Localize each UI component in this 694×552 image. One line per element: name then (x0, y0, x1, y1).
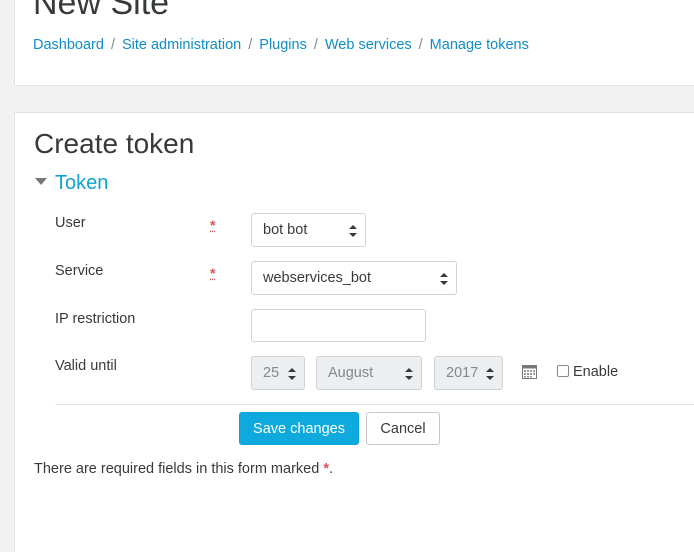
service-select-value: webservices_bot (263, 270, 371, 286)
ip-restriction-label: IP restriction (55, 311, 136, 327)
breadcrumb-separator: / (248, 37, 253, 53)
year-select[interactable]: 2017 (434, 356, 503, 390)
service-select[interactable]: webservices_bot (251, 261, 457, 295)
cancel-button[interactable]: Cancel (366, 412, 440, 445)
user-select-value: bot bot (263, 222, 308, 238)
token-section-toggle[interactable]: Token (35, 172, 108, 195)
service-label: Service (55, 263, 104, 279)
required-fields-note: There are required fields in this form m… (34, 461, 333, 477)
page-header: New Site Dashboard / Site administration / P… (14, 0, 694, 86)
calendar-icon[interactable] (522, 364, 537, 379)
breadcrumb-separator: / (313, 37, 318, 53)
breadcrumb-dashboard[interactable]: Dashboard (33, 37, 104, 53)
breadcrumb-manage-tokens[interactable]: Manage tokens (430, 37, 529, 53)
ip-restriction-input[interactable] (251, 309, 426, 342)
month-select-value: August (328, 365, 374, 381)
select-arrows-icon (288, 368, 296, 380)
select-arrows-icon (349, 225, 357, 237)
breadcrumb-plugins[interactable]: Plugins (259, 37, 307, 53)
valid-until-label: Valid until (55, 358, 117, 374)
divider (55, 404, 694, 405)
create-token-form: Create token Token User * bot bot Servic… (14, 112, 694, 552)
day-select-value: 25 (263, 365, 280, 381)
required-note-end: . (328, 461, 334, 477)
breadcrumb-separator: / (110, 37, 115, 53)
breadcrumb-separator: / (418, 37, 423, 53)
day-select[interactable]: 25 (251, 356, 305, 390)
user-select[interactable]: bot bot (251, 213, 366, 247)
required-icon: * (210, 217, 216, 233)
select-arrows-icon (405, 368, 413, 380)
month-select[interactable]: August (316, 356, 422, 390)
breadcrumb-web-services[interactable]: Web services (325, 37, 412, 53)
enable-label: Enable (573, 364, 619, 380)
required-icon: * (210, 265, 216, 281)
breadcrumb-site-administration[interactable]: Site administration (122, 37, 241, 53)
page-heading: Create token (34, 128, 195, 159)
select-arrows-icon (486, 368, 494, 380)
select-arrows-icon (440, 273, 448, 285)
required-note-text: There are required fields in this form m… (34, 461, 324, 477)
user-label: User (55, 215, 86, 231)
site-title: New Site (33, 0, 170, 22)
legend-label: Token (55, 172, 109, 194)
caret-down-icon (35, 178, 47, 186)
enable-checkbox[interactable] (557, 365, 569, 377)
breadcrumb: Dashboard / Site administration / Plugins / We… (33, 37, 529, 53)
save-changes-button[interactable]: Save changes (239, 412, 359, 445)
year-select-value: 2017 (446, 365, 479, 381)
